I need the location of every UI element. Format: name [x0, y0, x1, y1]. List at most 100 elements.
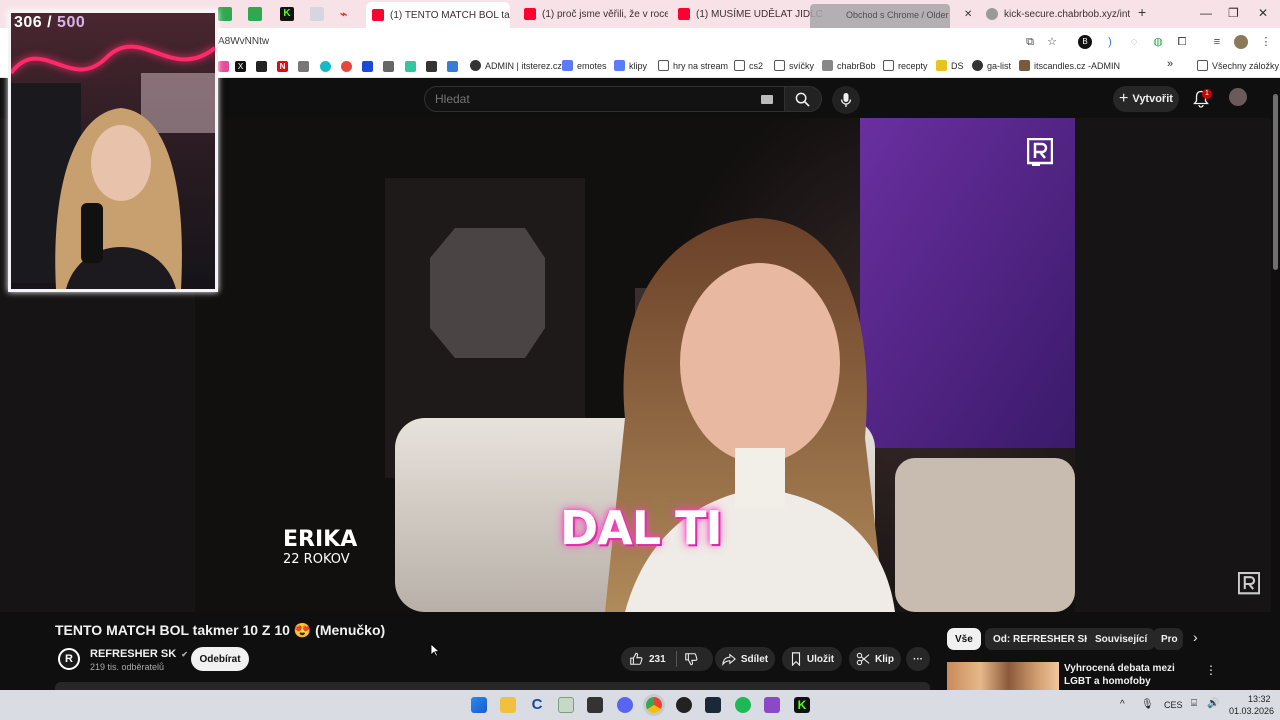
url-text[interactable]: A8WvNNtw — [218, 36, 269, 47]
paypal-icon[interactable] — [362, 61, 373, 72]
profile-avatar[interactable] — [1234, 35, 1248, 49]
chrome-icon[interactable] — [646, 697, 662, 713]
bookmark-icon[interactable] — [447, 61, 458, 72]
new-tab-icon[interactable]: + — [1138, 4, 1146, 20]
keyboard-icon[interactable] — [761, 95, 773, 104]
extensions-puzzle-icon[interactable]: ⧠ — [1175, 35, 1189, 49]
bookmark-icon[interactable] — [256, 61, 267, 72]
tab-musime-udelat[interactable]: (1) MUSÍME UDĚLAT JIDLO N — [672, 4, 822, 24]
share-button[interactable]: Sdílet — [715, 647, 775, 671]
kebab-menu-icon[interactable]: ⋮ — [1205, 663, 1217, 677]
netflix-icon[interactable]: N — [277, 61, 288, 72]
app-icon[interactable] — [764, 697, 780, 713]
windows-start-icon[interactable] — [471, 697, 487, 713]
bookmark-icon[interactable] — [383, 61, 394, 72]
extension-icon[interactable]: ◌ — [1127, 35, 1141, 49]
bookmark-cs2[interactable]: cs2 — [734, 60, 763, 71]
x-icon[interactable]: X — [235, 61, 246, 72]
chip-souvisejici[interactable]: Související — [1087, 628, 1156, 650]
kick-icon[interactable]: K — [794, 697, 810, 713]
thumbs-down-icon[interactable] — [684, 652, 698, 666]
extension-icon[interactable]: B — [1078, 35, 1092, 49]
volume-icon[interactable]: 🔊 — [1207, 698, 1219, 709]
bookmark-ga-list[interactable]: ga-list — [972, 60, 1011, 71]
channel-avatar[interactable]: R — [58, 648, 80, 670]
file-explorer-icon[interactable] — [500, 697, 516, 713]
all-bookmarks[interactable]: Všechny záložky — [1197, 60, 1279, 71]
chevron-right-icon[interactable]: › — [1193, 629, 1198, 645]
pinned-tab-icon[interactable] — [310, 7, 324, 21]
subscribe-button[interactable]: Odebírat — [191, 647, 249, 671]
voice-search-button[interactable] — [832, 86, 860, 114]
app-icon[interactable]: C — [529, 697, 545, 713]
bookmark-icon[interactable] — [341, 61, 352, 72]
search-button[interactable] — [784, 86, 822, 112]
menu-dots-icon[interactable]: ⋮ — [1259, 35, 1273, 49]
bookmark-klipy[interactable]: klipy — [614, 60, 647, 71]
bookmark-svicky[interactable]: svíčky — [774, 60, 814, 71]
bookmark-recepty[interactable]: recepty — [883, 60, 928, 71]
spotify-icon[interactable] — [735, 697, 751, 713]
chip-pro[interactable]: Pro — [1153, 628, 1183, 650]
search-input[interactable] — [435, 92, 735, 106]
bookmark-icon[interactable] — [405, 61, 416, 72]
more-bookmarks-icon[interactable]: » — [1167, 58, 1173, 70]
page-scrollbar[interactable] — [1271, 80, 1280, 692]
tab-proc-jsme-verili[interactable]: (1) proč jsme věřili, že v roce ✕ — [518, 4, 668, 24]
pinned-tab-icon[interactable]: ⌁ — [340, 7, 354, 21]
bookmark-icon[interactable] — [218, 61, 229, 72]
recommendation-thumbnail[interactable] — [947, 662, 1059, 690]
reading-list-icon[interactable]: ≡ — [1210, 35, 1224, 49]
minimize-icon[interactable]: — — [1200, 6, 1212, 20]
refresher-watermark-icon — [1238, 572, 1260, 595]
avatar[interactable] — [1229, 88, 1247, 106]
extension-icon[interactable]: ) — [1103, 35, 1117, 49]
tab-kick-secure[interactable]: kick-secure.chabrbob.xyz/int ✕ — [980, 4, 1130, 24]
save-button[interactable]: Uložit — [782, 647, 842, 671]
like-button[interactable]: 231 — [629, 652, 666, 666]
network-icon[interactable]: ⌸ — [1191, 698, 1197, 709]
kick-icon[interactable]: K — [280, 7, 294, 21]
bookmark-itscandles[interactable]: itscandles.cz -ADMIN — [1019, 60, 1120, 71]
bookmark-emotes[interactable]: emotes — [562, 60, 607, 71]
bookmark-label: recepty — [898, 60, 928, 71]
scrollbar-thumb[interactable] — [1273, 94, 1278, 270]
restore-icon[interactable]: ❐ — [1228, 6, 1239, 20]
chip-od-refresher[interactable]: Od: REFRESHER SK — [985, 628, 1100, 650]
language-indicator[interactable]: CES — [1164, 700, 1183, 710]
close-tab-icon[interactable]: ✕ — [958, 4, 976, 24]
app-icon[interactable] — [558, 697, 574, 713]
bookmark-star-icon[interactable]: ☆ — [1045, 35, 1059, 49]
microphone-icon[interactable]: 🎙 — [1141, 699, 1154, 710]
download-icon[interactable] — [426, 61, 437, 72]
bookmark-chabrbob[interactable]: chabrBob — [822, 60, 876, 71]
share-icon — [722, 653, 736, 666]
sheets-icon[interactable] — [218, 7, 232, 21]
channel-name[interactable]: REFRESHER SK ✔ — [90, 648, 188, 660]
close-window-icon[interactable]: ✕ — [1258, 6, 1268, 20]
app-icon[interactable] — [676, 697, 692, 713]
search-box[interactable] — [424, 86, 786, 112]
bookmark-ds[interactable]: DS — [936, 60, 964, 71]
sheets-icon[interactable] — [248, 7, 262, 21]
more-actions-button[interactable]: ··· — [906, 647, 930, 671]
description-box[interactable] — [55, 682, 930, 690]
clock-date[interactable]: 01.03.2026 — [1229, 706, 1274, 716]
bookmark-hry-na-stream[interactable]: hry na stream — [658, 60, 728, 71]
extension-icon[interactable]: ◍ — [1151, 35, 1165, 49]
folder-icon — [883, 60, 894, 71]
discord-icon[interactable] — [617, 697, 633, 713]
install-app-icon[interactable]: ⧉ — [1023, 35, 1037, 49]
bookmark-icon[interactable] — [298, 61, 309, 72]
bookmark-admin-itsterez[interactable]: ADMIN | itsterez.cz — [470, 60, 562, 71]
create-button[interactable]: + Vytvořit — [1113, 86, 1179, 112]
clip-button[interactable]: Klip — [849, 647, 901, 671]
tray-expand-icon[interactable]: ^ — [1120, 699, 1125, 710]
steam-icon[interactable] — [705, 697, 721, 713]
tab-tento-match[interactable]: (1) TENTO MATCH BOL ta 🔊 ✕ — [366, 2, 510, 28]
app-icon[interactable] — [587, 697, 603, 713]
recommendation-title[interactable]: Vyhrocená debata mezi LGBT a homofoby — [1064, 662, 1204, 688]
bookmark-icon[interactable] — [320, 61, 331, 72]
chip-vse[interactable]: Vše — [947, 628, 981, 650]
clock-time[interactable]: 13:32 — [1248, 694, 1271, 704]
